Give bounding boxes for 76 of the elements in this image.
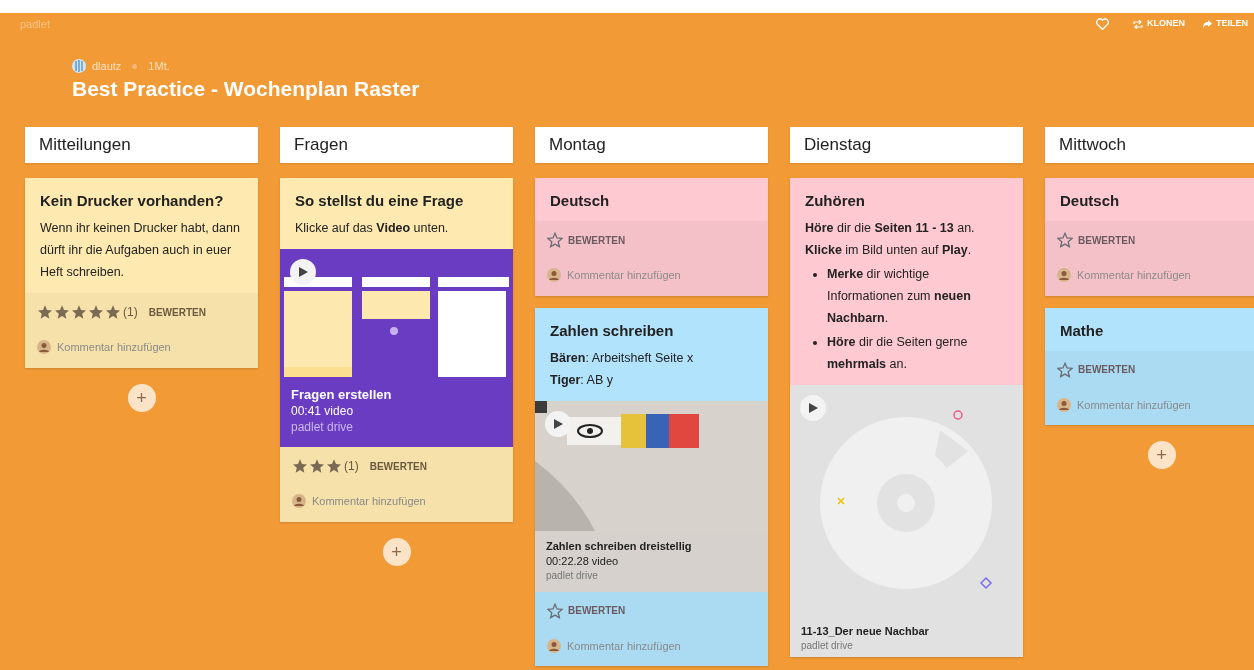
add-post-button[interactable]: + bbox=[1147, 441, 1176, 469]
video-meta: 00:22.28 video bbox=[546, 553, 620, 569]
comment-button[interactable]: Kommentar hinzufügen bbox=[567, 637, 681, 654]
post-text: Höre dir die Seiten 11 - 13 an. bbox=[805, 220, 976, 237]
play-icon bbox=[807, 402, 819, 414]
star-outline-icon bbox=[1057, 232, 1073, 248]
column-title: Mitteilungen bbox=[39, 134, 131, 157]
post-title: Kein Drucker vorhanden? bbox=[40, 191, 225, 211]
rate-button[interactable]: BEWERTEN bbox=[1078, 232, 1136, 248]
avatar-icon bbox=[1057, 397, 1071, 412]
video-meta: 00:41 video bbox=[291, 403, 355, 419]
bullet-icon bbox=[813, 341, 817, 345]
author-name: dlautz bbox=[92, 58, 122, 74]
avatar-icon bbox=[37, 340, 51, 355]
rate-button[interactable]: BEWERTEN bbox=[369, 458, 427, 474]
play-icon bbox=[552, 417, 564, 430]
star-outline-icon bbox=[547, 232, 563, 248]
star-icon bbox=[105, 304, 121, 320]
star-icon bbox=[88, 304, 104, 320]
star-icon bbox=[37, 304, 53, 320]
audio-title: 11-13_Der neue Nachbar bbox=[801, 624, 930, 639]
column-title: Mittwoch bbox=[1059, 134, 1127, 157]
rate-button[interactable]: BEWERTEN bbox=[1078, 362, 1136, 377]
star-icon bbox=[71, 304, 87, 320]
avatar-icon bbox=[1057, 268, 1071, 283]
star-icon bbox=[292, 458, 308, 474]
comment-button[interactable]: Kommentar hinzufügen bbox=[312, 493, 426, 510]
star-icon bbox=[309, 458, 325, 474]
avatar-icon bbox=[547, 638, 561, 653]
column-title: Montag bbox=[549, 134, 606, 157]
video-title: Zahlen schreiben dreistellig bbox=[546, 538, 693, 554]
rating-count: (1) bbox=[123, 304, 138, 321]
post-text: Höre dir die Seiten gerne mehrmals an. bbox=[827, 334, 969, 373]
rate-button[interactable]: BEWERTEN bbox=[568, 603, 626, 618]
star-outline-icon bbox=[1057, 361, 1073, 378]
avatar-icon bbox=[547, 268, 561, 283]
add-post-button[interactable]: + bbox=[382, 537, 411, 566]
author-avatar-icon bbox=[72, 59, 86, 73]
post-text: Merke dir wichtige Informationen zum neuen Nachbarn. bbox=[827, 266, 972, 327]
board-title: Best Practice - Wochenplan Raster bbox=[72, 76, 421, 102]
star-outline-icon bbox=[547, 602, 563, 619]
post-title: Zuhören bbox=[805, 191, 866, 211]
avatar-icon bbox=[292, 494, 306, 509]
post-title: So stellst du eine Frage bbox=[295, 191, 465, 211]
star-icon bbox=[54, 304, 70, 320]
post-title: Zahlen schreiben bbox=[550, 320, 675, 341]
rate-button[interactable]: BEWERTEN bbox=[568, 232, 626, 248]
post-text: Tiger: AB y bbox=[550, 371, 614, 389]
video-source: padlet drive bbox=[291, 419, 355, 435]
comment-button[interactable]: Kommentar hinzufügen bbox=[1077, 267, 1191, 284]
post-title: Deutsch bbox=[550, 191, 611, 211]
share-button[interactable]: TEILEN bbox=[1203, 17, 1248, 31]
post-age: 1Mt. bbox=[148, 58, 170, 74]
add-post-button[interactable]: + bbox=[127, 383, 156, 412]
comment-button[interactable]: Kommentar hinzufügen bbox=[567, 267, 681, 284]
share-icon bbox=[1203, 20, 1212, 28]
video-title: Fragen erstellen bbox=[291, 386, 393, 403]
post-title: Deutsch bbox=[1060, 191, 1121, 211]
rating-count: (1) bbox=[344, 458, 359, 475]
star-icon bbox=[326, 458, 342, 474]
post-title: Mathe bbox=[1060, 320, 1105, 341]
video-source: padlet drive bbox=[546, 568, 599, 583]
play-button[interactable] bbox=[800, 395, 826, 421]
column-title: Dienstag bbox=[804, 134, 872, 157]
repeat-icon bbox=[1133, 19, 1143, 29]
post-text: Bären: Arbeitsheft Seite x bbox=[550, 349, 695, 367]
audio-source: padlet drive bbox=[801, 639, 854, 653]
bullet-icon bbox=[813, 273, 817, 277]
post-text: Wenn ihr keinen Drucker habt, dann dürft ihr die Aufgaben auch in euer Heft schreiben. bbox=[40, 220, 241, 281]
comment-button[interactable]: Kommentar hinzufügen bbox=[1077, 396, 1191, 413]
clone-button[interactable]: KLONEN bbox=[1133, 17, 1185, 31]
post-text: Klicke auf das Video unten. bbox=[295, 220, 450, 237]
comment-button[interactable]: Kommentar hinzufügen bbox=[57, 339, 171, 356]
post-text: Klicke im Bild unten auf Play. bbox=[805, 242, 973, 259]
rate-button[interactable]: BEWERTEN bbox=[148, 304, 206, 320]
column-title: Fragen bbox=[294, 134, 348, 157]
